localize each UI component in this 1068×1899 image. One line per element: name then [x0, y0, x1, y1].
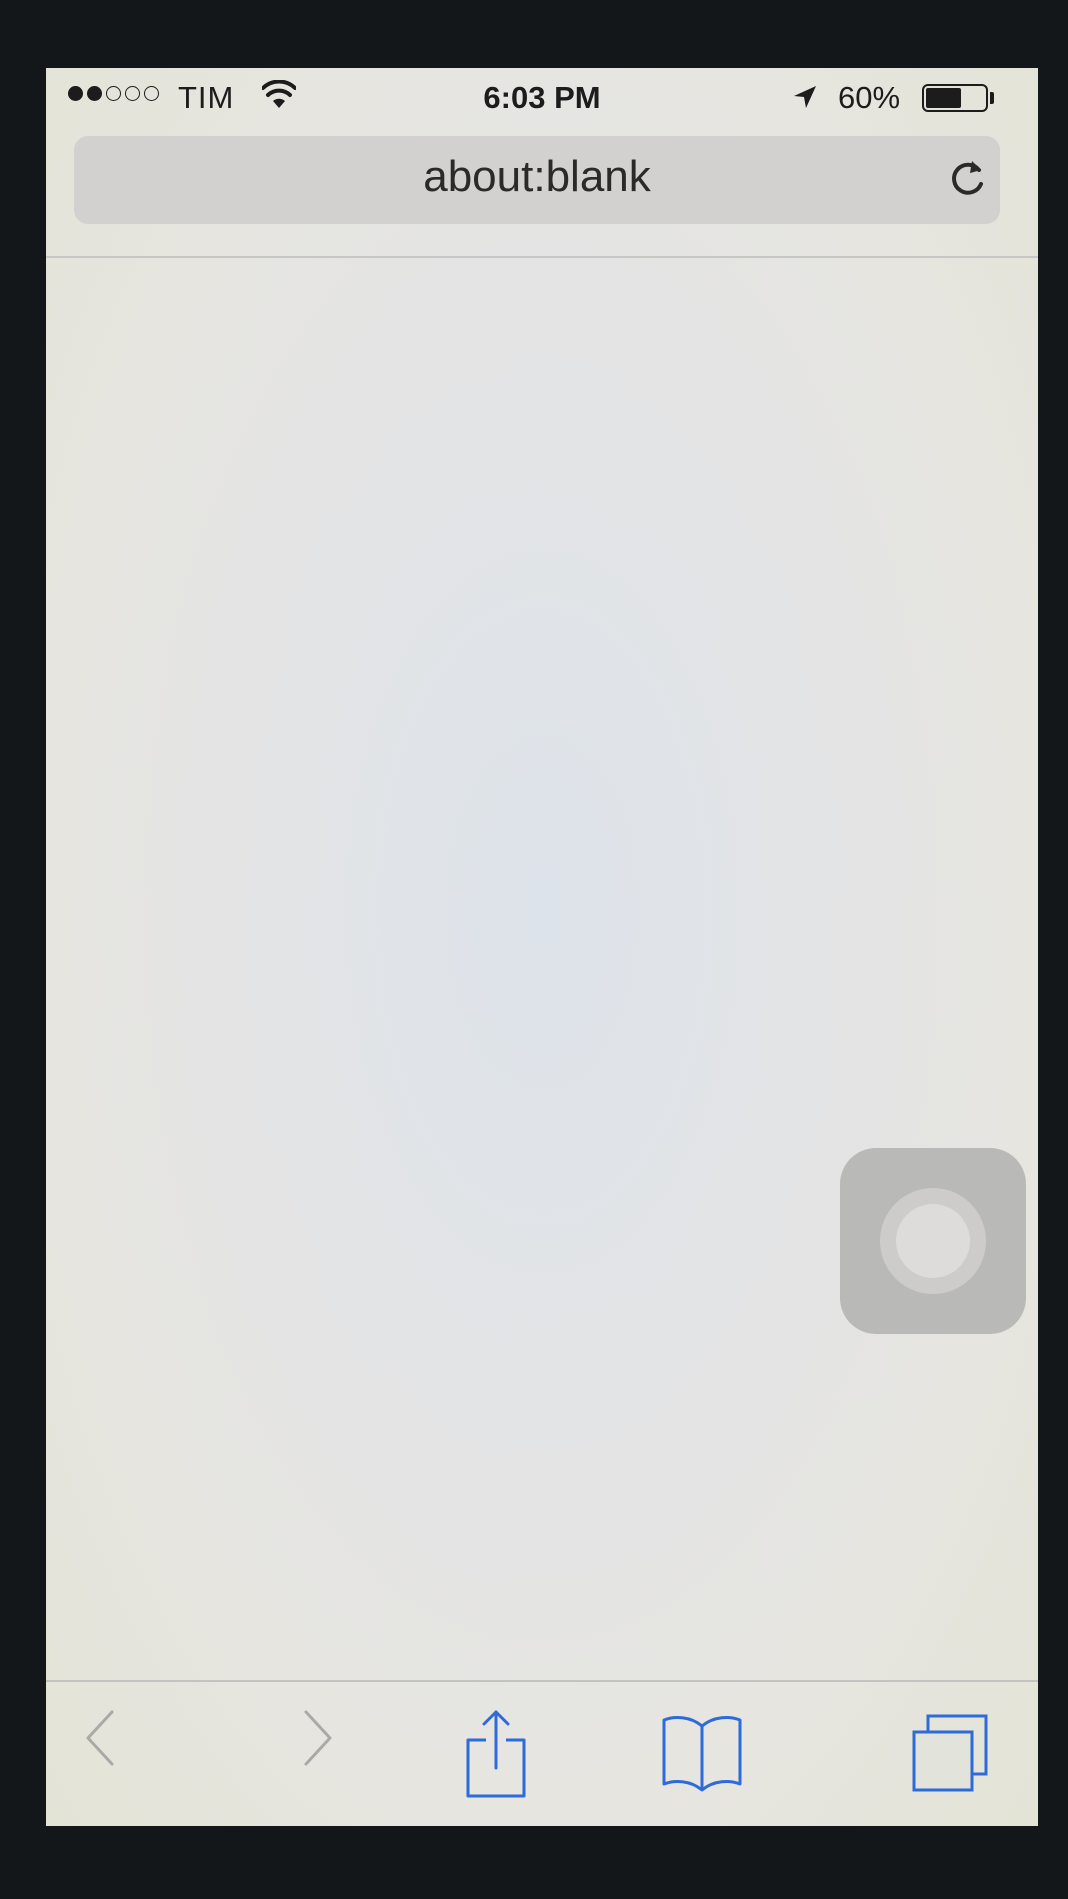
- location-arrow-icon: [792, 84, 818, 110]
- address-bar[interactable]: about:blank: [74, 136, 1000, 224]
- assistive-touch-icon[interactable]: [840, 1148, 1026, 1334]
- url-text[interactable]: about:blank: [74, 152, 1000, 202]
- battery-tip: [990, 92, 994, 104]
- assistive-touch-center: [896, 1204, 970, 1278]
- share-icon: [466, 1710, 526, 1798]
- bookmarks-button[interactable]: [660, 1712, 744, 1792]
- browser-toolbar: [46, 1682, 1038, 1826]
- status-bar: TIM 6:03 PM 60%: [46, 68, 1038, 128]
- battery-icon: [922, 84, 988, 112]
- tabs-button[interactable]: [910, 1712, 992, 1794]
- share-button[interactable]: [464, 1708, 528, 1798]
- battery-level: [926, 88, 961, 108]
- back-button[interactable]: [80, 1708, 120, 1768]
- chevron-right-icon: [304, 1710, 332, 1766]
- screen: TIM 6:03 PM 60% about:blank: [46, 68, 1038, 1826]
- reload-icon[interactable]: [944, 156, 990, 202]
- chevron-left-icon: [86, 1710, 114, 1766]
- book-icon: [662, 1716, 742, 1792]
- tabs-icon: [912, 1714, 988, 1792]
- web-content[interactable]: [46, 258, 1038, 1750]
- battery-percent: 60%: [838, 80, 901, 115]
- device-bezel: TIM 6:03 PM 60% about:blank: [0, 0, 1068, 1899]
- forward-button[interactable]: [298, 1708, 338, 1768]
